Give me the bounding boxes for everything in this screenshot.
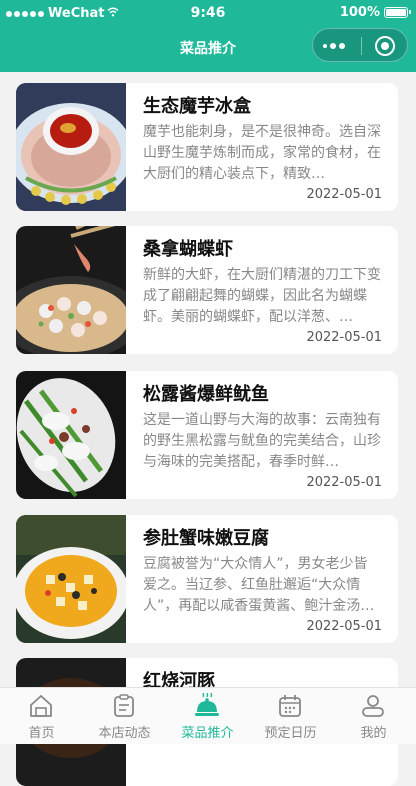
home-icon: [30, 695, 52, 717]
dish-description: 豆腐被誉为“大众情人”，男女老少皆爱之。当辽参、红鱼肚邂逅“大众情人”，再配以咸…: [143, 556, 375, 614]
profile-icon: [362, 695, 384, 717]
dish-description: 魔芋也能刺身，是不是很神奇。选自深山野生魔芋炼制而成，家常的食材，在大厨们的精心…: [143, 124, 381, 182]
dish-date: 2022-05-01: [306, 619, 382, 634]
dish-card[interactable]: 桑拿蝴蝶虾 新鲜的大虾，在大厨们精湛的刀工下变成了翩翩起舞的蝴蝶，因此名为蝴蝶虾…: [16, 226, 398, 354]
tab-label: 预定日历: [264, 726, 317, 741]
battery-icon: [384, 7, 411, 18]
dish-title: 生态魔芋冰盒: [143, 96, 251, 117]
tab-news[interactable]: 本店动态: [83, 688, 166, 745]
tab-profile[interactable]: 我的: [332, 688, 415, 745]
header: WeChat 9:46 100% 菜品推介: [0, 0, 416, 72]
calendar-icon: [279, 695, 301, 717]
dish-image: [16, 83, 126, 211]
dish-image: [16, 515, 126, 643]
tab-dishes[interactable]: 菜品推介: [166, 688, 249, 745]
dish-card[interactable]: 参肚蟹味嫩豆腐 豆腐被誉为“大众情人”，男女老少皆爱之。当辽参、红鱼肚邂逅“大众…: [16, 515, 398, 643]
bottom-tab-bar: 首页 本店动态 菜品推介 预定日历 我的: [0, 687, 416, 744]
dish-title: 松露酱爆鲜鱿鱼: [143, 384, 269, 405]
dish-image: [16, 371, 126, 499]
dish-date: 2022-05-01: [306, 330, 382, 345]
dish-description: 这是一道山野与大海的故事：云南独有的野生黑松露与鱿鱼的完美结合，山珍与海味的完美…: [143, 412, 381, 470]
status-bar: WeChat 9:46 100%: [0, 0, 416, 28]
tab-label: 我的: [360, 726, 387, 741]
dish-title: 桑拿蝴蝶虾: [143, 239, 233, 260]
battery-percent: 100%: [339, 5, 380, 20]
capsule-divider: [361, 37, 362, 55]
dish-image: [16, 226, 126, 354]
dish-title: 参肚蟹味嫩豆腐: [143, 528, 269, 549]
more-menu-icon[interactable]: [323, 43, 345, 49]
dish-date: 2022-05-01: [306, 475, 382, 490]
dish-cloche-icon: [195, 693, 219, 716]
dish-card[interactable]: 松露酱爆鲜鱿鱼 这是一道山野与大海的故事：云南独有的野生黑松露与鱿鱼的完美结合，…: [16, 371, 398, 499]
dish-date: 2022-05-01: [306, 187, 382, 202]
tab-label: 首页: [28, 726, 55, 741]
tab-calendar[interactable]: 预定日历: [249, 688, 332, 745]
dish-description: 新鲜的大虾，在大厨们精湛的刀工下变成了翩翩起舞的蝴蝶，因此名为蝴蝶虾。美丽的蝴蝶…: [143, 267, 381, 325]
news-icon: [114, 694, 134, 717]
tab-label: 本店动态: [98, 726, 151, 741]
miniprogram-capsule: [312, 28, 408, 62]
tab-home[interactable]: 首页: [0, 688, 83, 745]
dish-card[interactable]: 生态魔芋冰盒 魔芋也能刺身，是不是很神奇。选自深山野生魔芋炼制而成，家常的食材，…: [16, 83, 398, 211]
close-miniprogram-icon[interactable]: [375, 36, 395, 56]
tab-label: 菜品推介: [181, 726, 234, 741]
